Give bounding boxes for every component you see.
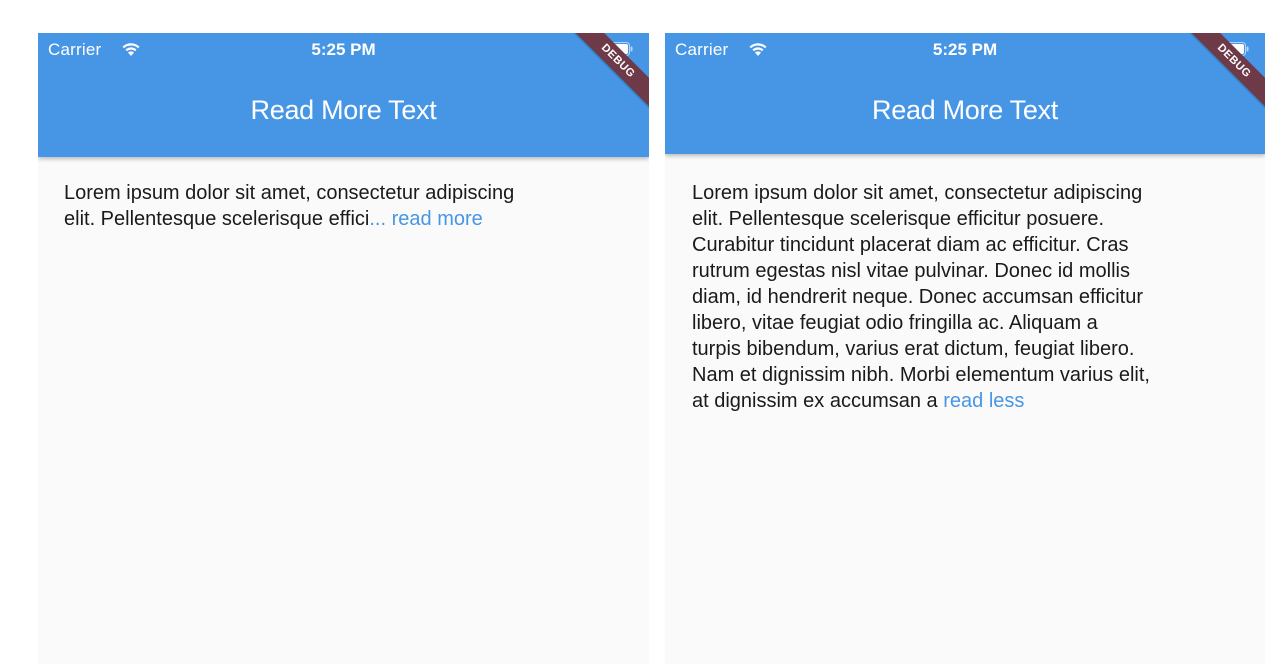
text-line: rutrum egestas nisl vitae pulvinar. Done… bbox=[692, 260, 1130, 282]
status-time: 5:25 PM bbox=[932, 40, 998, 59]
text-line: elit. Pellentesque scelerisque effici...… bbox=[64, 206, 629, 232]
text-line: at dignissim ex accumsan a read less bbox=[692, 388, 1250, 414]
text-line: diam, id hendrerit neque. Donec accumsan… bbox=[692, 286, 1143, 308]
read-more-link[interactable]: ... read more bbox=[369, 208, 482, 230]
battery-icon bbox=[603, 42, 633, 56]
status-time: 5:25 PM bbox=[311, 40, 376, 59]
app-bar: Carrier 5:25 PM Read More Text DEBUG bbox=[38, 33, 649, 157]
text-line: elit. Pellentesque scelerisque efficitur… bbox=[692, 208, 1105, 230]
text-line-part: at dignissim ex accumsan a bbox=[692, 390, 944, 412]
text-line: Curabitur tincidunt placerat diam ac eff… bbox=[692, 234, 1129, 256]
read-more-text: Lorem ipsum dolor sit amet, consectetur … bbox=[692, 180, 1250, 414]
app-bar: Carrier 5:25 PM Read More Text DEBUG bbox=[665, 33, 1265, 154]
read-less-link[interactable]: read less bbox=[943, 390, 1024, 412]
text-line: turpis bibendum, varius erat dictum, feu… bbox=[692, 338, 1135, 360]
read-more-text: Lorem ipsum dolor sit amet, consectetur … bbox=[64, 180, 629, 232]
text-line: Nam et dignissim nibh. Morbi elementum v… bbox=[692, 364, 1150, 386]
text-line: Lorem ipsum dolor sit amet, consectetur … bbox=[692, 182, 1143, 204]
battery-icon bbox=[1219, 42, 1249, 56]
text-line: libero, vitae feugiat odio fringilla ac.… bbox=[692, 312, 1098, 334]
page-title: Read More Text bbox=[872, 95, 1058, 125]
status-bar: Carrier 5:25 PM bbox=[38, 33, 649, 67]
text-line-part: elit. Pellentesque scelerisque effici bbox=[64, 208, 370, 230]
phone-screen-expanded: Carrier 5:25 PM Read More Text DEBUG Lor… bbox=[665, 33, 1265, 664]
text-line: Lorem ipsum dolor sit amet, consectetur … bbox=[64, 182, 515, 204]
phone-screen-collapsed: Carrier 5:25 PM Read More Text DEBUG Lor… bbox=[38, 33, 649, 664]
status-bar: Carrier 5:25 PM bbox=[665, 33, 1265, 67]
page-title: Read More Text bbox=[250, 95, 437, 125]
